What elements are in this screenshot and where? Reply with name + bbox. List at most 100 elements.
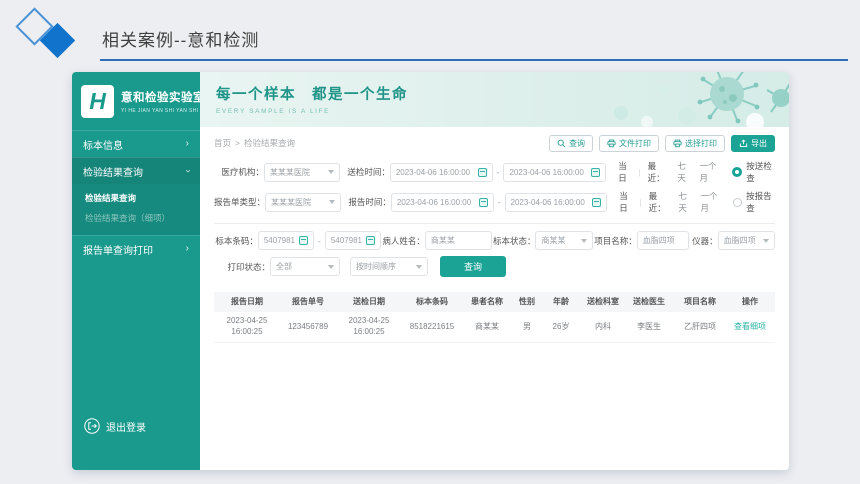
project-name-value: 血脂四项 bbox=[642, 236, 675, 245]
logout-button[interactable]: 退出登录 bbox=[84, 418, 146, 434]
quick-one-month-link[interactable]: 一个月 bbox=[700, 190, 723, 214]
send-time-to-input[interactable]: 2023-04-06 16:00:00 bbox=[503, 162, 607, 182]
cell-send-date: 2023-04-25 16:00:25 bbox=[348, 316, 390, 336]
radio-by-report-label: 按报告查 bbox=[746, 191, 772, 213]
report-time-to-value: 2023-04-06 16:00:00 bbox=[510, 197, 585, 207]
send-time-from-input[interactable]: 2023-04-06 16:00:00 bbox=[389, 162, 493, 182]
barcode-from-value: 5407981 bbox=[263, 236, 295, 245]
quick-one-month-link[interactable]: 一个月 bbox=[700, 160, 723, 184]
calendar-icon bbox=[478, 197, 488, 207]
report-time-from-input[interactable]: 2023-04-06 16:00:00 bbox=[390, 192, 494, 212]
logo-subtitle: YI HE JIAN YAN SHI YAN SHI bbox=[121, 108, 199, 114]
breadcrumb-current: 检验结果查询 bbox=[243, 138, 295, 148]
search-button[interactable]: 查询 bbox=[440, 256, 506, 277]
virus-illustration-icon bbox=[614, 72, 789, 127]
col-send-date: 送检日期 bbox=[353, 296, 385, 306]
radio-by-send[interactable]: 按送检查 bbox=[732, 160, 775, 184]
logo-mark-icon: H bbox=[81, 85, 114, 118]
range-separator: - bbox=[318, 235, 321, 246]
results-table: 报告日期 报告单号 送检日期 标本条码 患者名称 性别 年龄 送检科室 送检医生… bbox=[214, 292, 775, 343]
send-time-to-value: 2023-04-06 16:00:00 bbox=[509, 167, 584, 177]
chevron-down-icon bbox=[327, 170, 334, 174]
instrument-value: 血脂四项 bbox=[723, 236, 756, 245]
quick-recent-label: 最近： bbox=[648, 191, 666, 213]
col-gender: 性别 bbox=[519, 296, 535, 306]
main-area: 每一个样本 都是一个生命 EVERY SAMPLE IS A LIFE 首页 >… bbox=[200, 72, 789, 470]
project-name-input[interactable]: 血脂四项 bbox=[636, 231, 690, 250]
breadcrumb-home[interactable]: 首页 bbox=[214, 137, 231, 149]
filter-divider bbox=[214, 223, 775, 224]
chevron-down-icon bbox=[328, 264, 334, 269]
barcode-from-input[interactable]: 5407981 bbox=[257, 231, 314, 250]
view-detail-link[interactable]: 查看细项 bbox=[728, 320, 772, 335]
sidebar-submenu: 检验结果查询 检验结果查询（细项） bbox=[72, 184, 200, 235]
export-button[interactable]: 导出 bbox=[731, 134, 775, 152]
logout-icon bbox=[84, 418, 100, 434]
calendar-icon bbox=[591, 167, 601, 177]
toolbar: 查询 文件打印 选择打印 导出 bbox=[549, 134, 775, 152]
report-time-from-value: 2023-04-06 16:00:00 bbox=[396, 197, 472, 207]
cell-doctor: 李医生 bbox=[637, 321, 661, 331]
logo: H 意和检验实验室 YI HE JIAN YAN SHI YAN SHI bbox=[72, 72, 205, 130]
specimen-status-value: 商某某 bbox=[541, 236, 566, 245]
export-icon bbox=[739, 138, 748, 147]
select-print-button-label: 选择打印 bbox=[685, 138, 717, 148]
col-dept: 送检科室 bbox=[587, 296, 619, 306]
col-age: 年龄 bbox=[553, 296, 569, 306]
org-select[interactable]: 某某某医院 bbox=[263, 162, 340, 182]
file-print-button-label: 文件打印 bbox=[619, 138, 651, 148]
breadcrumb: 首页 > 检验结果查询 bbox=[214, 137, 295, 149]
col-patient: 患者名称 bbox=[471, 296, 503, 306]
radio-by-report[interactable]: 按报告查 bbox=[733, 190, 775, 214]
sidebar-item-result-query[interactable]: 检验结果查询 › bbox=[72, 157, 200, 184]
sidebar-item-specimen-info[interactable]: 标本信息 › bbox=[72, 130, 200, 157]
select-print-button[interactable]: 选择打印 bbox=[665, 134, 725, 152]
logout-label: 退出登录 bbox=[106, 422, 146, 434]
specimen-status-label: 标本状态： bbox=[492, 235, 536, 246]
query-button-label: 查询 bbox=[569, 138, 585, 148]
print-status-select[interactable]: 全部 bbox=[270, 257, 340, 276]
col-report-date: 报告日期 bbox=[231, 296, 263, 306]
banner: 每一个样本 都是一个生命 EVERY SAMPLE IS A LIFE bbox=[200, 72, 789, 127]
send-time-label: 送检时间： bbox=[347, 167, 390, 177]
order-value: 按时间顺序 bbox=[356, 262, 396, 271]
sidebar: H 意和检验实验室 YI HE JIAN YAN SHI YAN SHI 标本信… bbox=[72, 72, 205, 470]
barcode-icon bbox=[366, 236, 375, 245]
table-row: 2023-04-25 16:00:25 123456789 2023-04-25… bbox=[214, 312, 775, 343]
patient-name-input[interactable]: 商某某 bbox=[424, 231, 492, 250]
table-header-row: 报告日期 报告单号 送检日期 标本条码 患者名称 性别 年龄 送检科室 送检医生… bbox=[214, 292, 775, 312]
instrument-select[interactable]: 血脂四项 bbox=[717, 231, 776, 250]
range-separator: - bbox=[496, 167, 500, 177]
cell-dept: 内科 bbox=[595, 321, 611, 331]
quick-seven-days-link[interactable]: 七天 bbox=[678, 190, 693, 214]
org-label: 医疗机构： bbox=[221, 167, 264, 177]
file-print-button[interactable]: 文件打印 bbox=[599, 134, 659, 152]
report-time-to-input[interactable]: 2023-04-06 16:00:00 bbox=[504, 192, 608, 212]
chevron-down-icon bbox=[763, 238, 770, 243]
query-button[interactable]: 查询 bbox=[549, 134, 593, 152]
barcode-to-value: 5407981 bbox=[330, 236, 362, 245]
barcode-to-input[interactable]: 5407981 bbox=[324, 231, 381, 250]
quick-seven-days-link[interactable]: 七天 bbox=[677, 160, 692, 184]
report-type-select[interactable]: 某某某医院 bbox=[265, 192, 342, 212]
export-button-label: 导出 bbox=[751, 138, 767, 148]
sidebar-subitem-result-query-detail[interactable]: 检验结果查询（细项） bbox=[72, 208, 200, 228]
calendar-icon bbox=[592, 197, 602, 207]
content: 首页 > 检验结果查询 查询 文件打印 选择打印 导出 医疗机构： 某某某医院 … bbox=[200, 127, 789, 470]
sidebar-subitem-result-query[interactable]: 检验结果查询 bbox=[72, 188, 200, 208]
quick-pipe: | bbox=[638, 167, 641, 177]
sidebar-item-label: 标本信息 bbox=[83, 140, 123, 152]
print-status-value: 全部 bbox=[276, 262, 292, 271]
cell-gender: 男 bbox=[523, 321, 531, 331]
quick-today-link[interactable]: 当日 bbox=[619, 190, 634, 214]
cell-report-no: 123456789 bbox=[287, 321, 329, 331]
sidebar-item-report-print[interactable]: 报告单查询打印 › bbox=[72, 235, 200, 262]
quick-today-link[interactable]: 当日 bbox=[618, 160, 633, 184]
order-select[interactable]: 按时间顺序 bbox=[350, 257, 428, 276]
cell-patient: 商某某 bbox=[475, 321, 499, 331]
cell-age: 26岁 bbox=[552, 321, 570, 331]
logo-title: 意和检验实验室 bbox=[121, 92, 205, 104]
report-time-label: 报告时间： bbox=[348, 197, 391, 207]
specimen-status-select[interactable]: 商某某 bbox=[535, 231, 593, 250]
chevron-down-icon: › bbox=[182, 169, 194, 173]
